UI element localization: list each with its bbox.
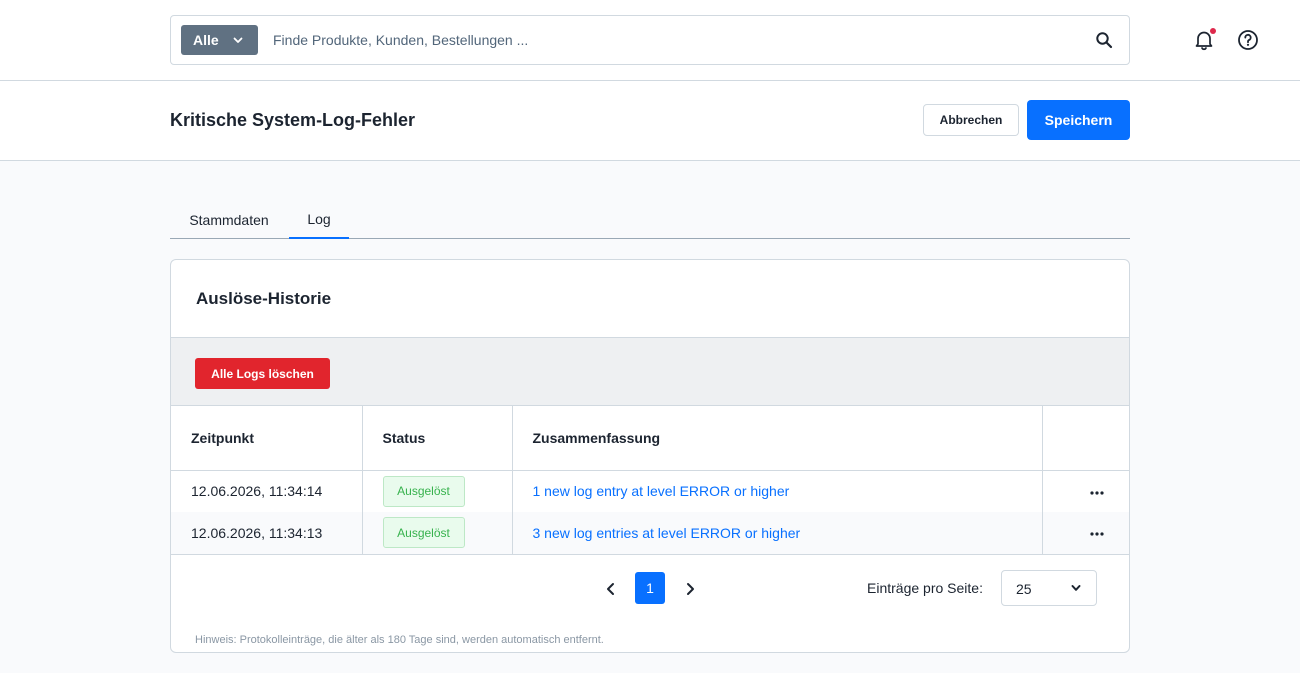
help-icon[interactable] — [1237, 29, 1259, 51]
more-options-icon[interactable] — [1089, 490, 1105, 496]
column-header-summary[interactable]: Zusammenfassung — [512, 406, 1043, 471]
tab-log[interactable]: Log — [289, 200, 349, 239]
per-page-value: 25 — [1016, 581, 1032, 597]
row-status-cell: Ausgelöst — [362, 470, 513, 512]
per-page-label: Einträge pro Seite: — [867, 580, 983, 596]
search-icon[interactable] — [1095, 31, 1113, 49]
table-header-row: Zeitpunkt Status Zusammenfassung — [171, 406, 1129, 471]
chevron-down-icon — [233, 37, 243, 43]
search-type-dropdown[interactable]: Alle — [181, 25, 258, 55]
more-options-icon[interactable] — [1089, 531, 1105, 537]
status-badge: Ausgelöst — [382, 475, 465, 507]
table-row: 12.06.2026, 11:34:14 Ausgelöst 1 new log… — [171, 470, 1129, 512]
chevron-right-icon[interactable] — [682, 578, 698, 600]
status-badge: Ausgelöst — [382, 517, 465, 549]
delete-all-logs-button[interactable]: Alle Logs löschen — [195, 358, 330, 389]
cancel-button[interactable]: Abbrechen — [923, 104, 1019, 136]
row-status-cell: Ausgelöst — [362, 512, 513, 555]
summary-link[interactable]: 3 new log entries at level ERROR or high… — [533, 525, 801, 541]
summary-link[interactable]: 1 new log entry at level ERROR or higher — [533, 483, 790, 499]
card-title: Auslöse-Historie — [196, 289, 332, 308]
row-time: 12.06.2026, 11:34:13 — [171, 512, 363, 555]
per-page-select[interactable]: 25 — [1001, 570, 1097, 606]
row-summary-cell: 1 new log entry at level ERROR or higher — [512, 470, 1043, 512]
page-title: Kritische System-Log-Fehler — [170, 110, 416, 130]
page-header: Kritische System-Log-Fehler Abbrechen Sp… — [0, 81, 1300, 161]
row-summary-cell: 3 new log entries at level ERROR or high… — [512, 512, 1043, 555]
card-toolbar: Alle Logs löschen — [171, 337, 1129, 406]
column-header-status[interactable]: Status — [362, 406, 513, 471]
chevron-down-icon — [1071, 585, 1081, 591]
search-type-label: Alle — [193, 32, 219, 48]
row-time: 12.06.2026, 11:34:14 — [171, 470, 363, 512]
retention-hint: Hinweis: Protokolleinträge, die älter al… — [195, 634, 604, 646]
search-bar: Alle — [170, 15, 1130, 65]
tab-bar: Stammdaten Log — [170, 200, 1130, 239]
table-row: 12.06.2026, 11:34:13 Ausgelöst 3 new log… — [171, 512, 1129, 555]
trigger-history-card: Auslöse-Historie Alle Logs löschen Zeitp… — [170, 259, 1130, 653]
column-header-time[interactable]: Zeitpunkt — [171, 406, 363, 471]
top-bar: Alle — [0, 0, 1300, 81]
notification-badge — [1210, 28, 1216, 34]
row-actions-cell — [1042, 470, 1129, 512]
save-button[interactable]: Speichern — [1027, 100, 1130, 140]
chevron-left-icon[interactable] — [603, 578, 619, 600]
log-table: Zeitpunkt Status Zusammenfassung 12.06.2… — [171, 406, 1129, 555]
tab-stammdaten[interactable]: Stammdaten — [170, 200, 288, 239]
pagination-page-1[interactable]: 1 — [635, 572, 665, 604]
search-input[interactable] — [273, 26, 1073, 54]
row-actions-cell — [1042, 512, 1129, 555]
column-header-actions — [1042, 406, 1129, 471]
